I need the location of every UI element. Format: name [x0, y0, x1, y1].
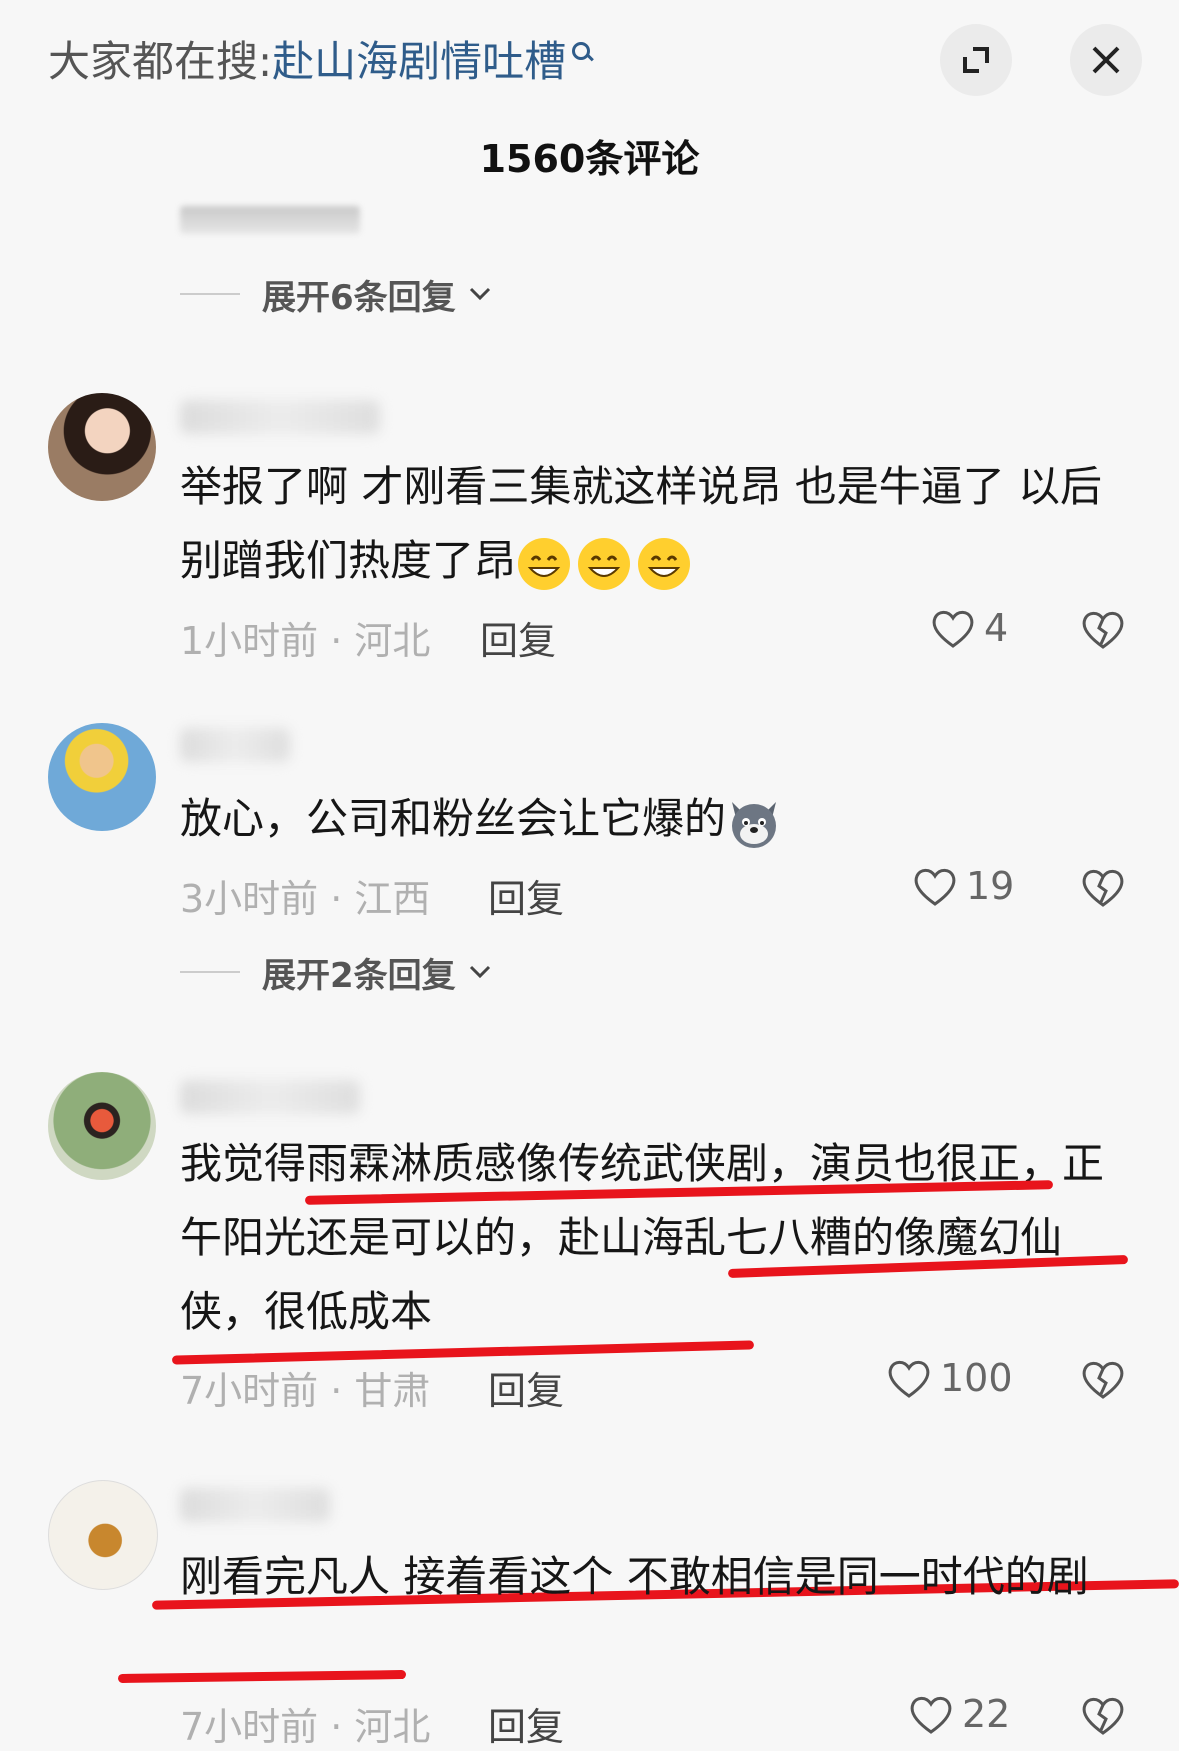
search-suggestion[interactable]: 大家都在搜:赴山海剧情吐槽 [48, 30, 594, 94]
reply-button[interactable]: 回复 [488, 1696, 564, 1751]
search-prefix: 大家都在搜: [48, 37, 273, 86]
wolf-emoji [732, 801, 777, 848]
like-button[interactable]: 100 [886, 1356, 1013, 1400]
comment-meta: 7小时前 · 河北 [180, 1705, 431, 1749]
reply-button[interactable]: 回复 [488, 1360, 564, 1415]
avatar[interactable] [48, 393, 156, 501]
comment-text: 举报了啊 才刚看三集就这样说昂 也是牛逼了 以后别蹭我们热度了昂 [180, 450, 1140, 598]
username-blurred[interactable] [180, 728, 290, 762]
expand-replies-button[interactable]: 展开2条回复 [180, 946, 492, 998]
username-blurred[interactable] [180, 1080, 360, 1114]
heart-icon [910, 1696, 952, 1734]
chevron-down-icon [469, 965, 490, 979]
avatar[interactable] [48, 1480, 158, 1590]
avatar[interactable] [48, 723, 156, 831]
like-count: 19 [966, 864, 1015, 908]
like-button[interactable]: 22 [908, 1692, 1010, 1736]
broken-heart-icon[interactable] [1080, 608, 1126, 650]
divider-line [180, 971, 240, 973]
comment-text: 我觉得雨霖淋质感像传统武侠剧，演员也很正，正午阳光还是可以的，赴山海乱七八糟的像… [180, 1139, 1105, 1336]
comment-meta: 1小时前 · 河北 [180, 619, 431, 663]
search-icon [570, 40, 594, 64]
username-blurred[interactable] [180, 400, 380, 434]
comment-body: 放心，公司和粉丝会让它爆的 [180, 794, 727, 843]
comments-header: 大家都在搜:赴山海剧情吐槽 1560条评论 [0, 0, 1179, 200]
chevron-down-icon [469, 287, 490, 301]
heart-icon [932, 610, 974, 648]
annotation-underline [117, 1669, 407, 1684]
reply-button[interactable]: 回复 [488, 868, 564, 923]
grin-emoji [578, 537, 631, 590]
broken-heart-icon[interactable] [1080, 1358, 1126, 1400]
broken-heart-icon[interactable] [1080, 1694, 1126, 1736]
comment-text: 刚看完凡人 接着看这个 不敢相信是同一时代的剧 [180, 1552, 1089, 1601]
comment-meta: 7小时前 · 甘肃 [180, 1369, 431, 1413]
grin-emoji [518, 537, 571, 590]
like-count: 4 [984, 606, 1009, 650]
search-query-link[interactable]: 赴山海剧情吐槽 [272, 37, 566, 86]
like-count: 22 [962, 1692, 1011, 1736]
expand-replies-button[interactable]: 展开6条回复 [180, 268, 492, 320]
grin-emoji [638, 537, 691, 590]
expand-button[interactable] [940, 24, 1012, 96]
reply-button[interactable]: 回复 [480, 610, 556, 665]
broken-heart-icon[interactable] [1080, 866, 1126, 908]
avatar[interactable] [48, 1072, 156, 1180]
divider-line [180, 293, 240, 295]
heart-icon [914, 868, 956, 906]
expand-icon [963, 47, 989, 73]
like-button[interactable]: 19 [912, 864, 1014, 908]
expand-replies-label: 展开6条回复 [262, 277, 456, 318]
like-count: 100 [940, 1356, 1013, 1400]
username-blurred[interactable] [180, 1488, 330, 1522]
close-icon [1092, 46, 1120, 74]
comment-text: 放心，公司和粉丝会让它爆的 [180, 782, 1140, 856]
heart-icon [888, 1360, 930, 1398]
comment-meta: 3小时前 · 江西 [180, 877, 431, 921]
comment-count: 1560条评论 [479, 137, 700, 181]
like-button[interactable]: 4 [930, 606, 1008, 650]
expand-replies-label: 展开2条回复 [262, 955, 456, 996]
truncated-reply-label [180, 206, 360, 234]
close-button[interactable] [1070, 24, 1142, 96]
